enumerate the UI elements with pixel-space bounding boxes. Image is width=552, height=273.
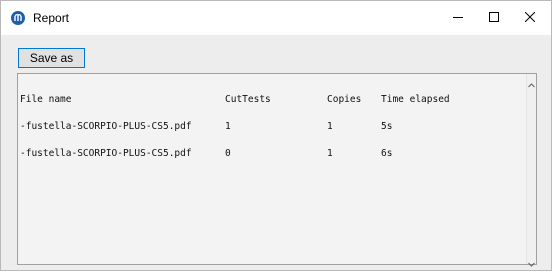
report-table: File name CutTests Copies Time elapsed -… [20, 77, 450, 176]
column-header-cuttests: CutTests [225, 94, 271, 105]
copies-cell: 1 [327, 148, 333, 159]
copies-cell: 1 [327, 121, 333, 132]
save-as-button[interactable]: Save as [18, 48, 85, 68]
vertical-scrollbar[interactable] [526, 74, 536, 267]
column-header-copies: Copies [327, 94, 362, 105]
table-header: File name CutTests Copies Time elapsed [20, 95, 450, 105]
scroll-up-arrow-icon[interactable] [528, 76, 535, 88]
report-window: Report Save as File name CutTests Copies… [0, 0, 552, 271]
report-textbox[interactable]: File name CutTests Copies Time elapsed -… [17, 73, 537, 267]
time-elapsed-cell: 6s [381, 148, 393, 159]
title-bar[interactable]: Report [1, 1, 551, 35]
scroll-down-arrow-icon[interactable] [528, 255, 535, 267]
time-elapsed-cell: 5s [381, 121, 393, 132]
cuttests-cell: 0 [225, 148, 231, 159]
file-name-cell: -fustella-SCORPIO-PLUS-CS5.pdf [20, 121, 192, 132]
table-row: -fustella-SCORPIO-PLUS-CS5.pdf 0 1 6s [20, 149, 392, 159]
column-header-file-name: File name [20, 94, 72, 105]
maximize-icon [489, 9, 499, 27]
minimize-icon [453, 9, 463, 27]
cuttests-cell: 1 [225, 121, 231, 132]
table-row: -fustella-SCORPIO-PLUS-CS5.pdf 1 1 5s [20, 122, 392, 132]
close-button[interactable] [507, 1, 552, 35]
column-header-time-elapsed: Time elapsed [381, 94, 450, 105]
file-name-cell: -fustella-SCORPIO-PLUS-CS5.pdf [20, 148, 192, 159]
window-title: Report [33, 11, 70, 25]
app-logo-icon [11, 11, 25, 25]
close-icon [524, 9, 536, 27]
